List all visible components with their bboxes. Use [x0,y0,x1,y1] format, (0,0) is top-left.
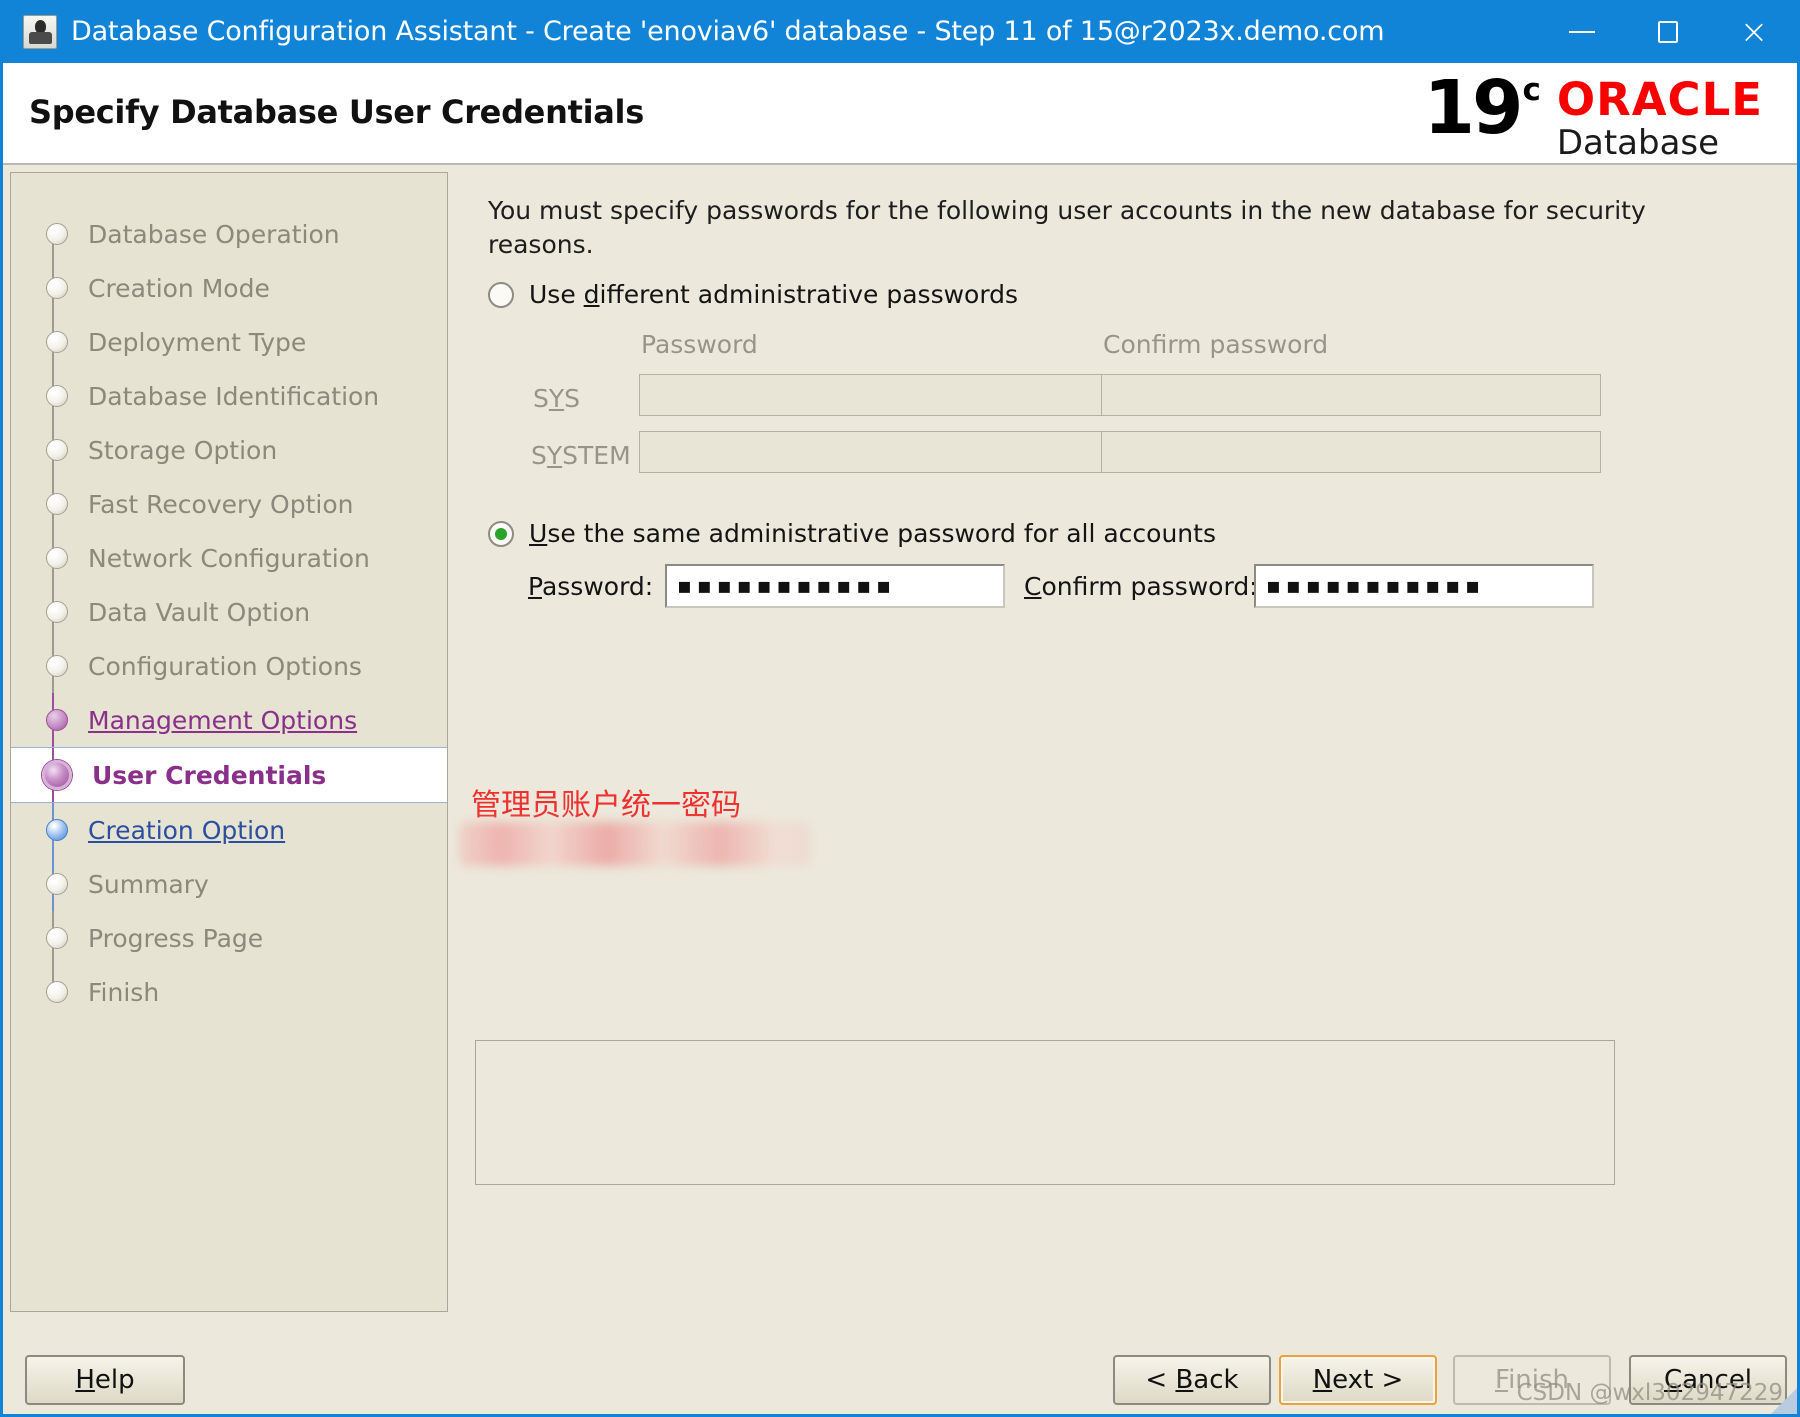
system-password-input [639,431,1139,473]
sidebar-item-configuration-options: Configuration Options [11,639,447,693]
title-bar: Database Configuration Assistant - Creat… [3,0,1797,63]
step-status-icon [46,547,68,569]
sidebar-item-user-credentials[interactable]: User Credentials [11,747,447,803]
oracle-brand-logo: 19 c ORACLE Database [1423,71,1763,162]
sidebar-item-fast-recovery-option: Fast Recovery Option [11,477,447,531]
annotation-text: 管理员账户统一密码 [471,788,741,823]
dbca-window: Database Configuration Assistant - Creat… [0,0,1800,1417]
step-status-icon [46,439,68,461]
wizard-steps-list: Database Operation Creation Mode Deploymen… [11,207,447,1019]
shared-password-input[interactable]: ▪▪▪▪▪▪▪▪▪▪▪ [665,564,1005,608]
maximize-button[interactable] [1625,0,1711,63]
sys-password-input [639,374,1139,416]
label-sys: SYS [533,384,581,413]
java-app-icon [23,14,57,49]
brand-version: 19 [1423,65,1523,151]
sidebar-item-storage-option: Storage Option [11,423,447,477]
sidebar-item-label: Fast Recovery Option [88,489,354,519]
resize-grip-icon[interactable] [1771,1388,1797,1414]
system-confirm-password-input [1101,431,1601,473]
radio-use-same-password[interactable]: Use the same administrative password for… [488,519,1216,548]
radio-use-different-passwords[interactable]: Use different administrative passwords [488,280,1018,309]
maximize-icon [1658,20,1678,43]
shared-confirm-password-input[interactable]: ▪▪▪▪▪▪▪▪▪▪▪ [1254,564,1594,608]
step-status-icon [46,655,68,677]
step-status-icon [46,873,68,895]
close-button[interactable]: × [1711,0,1797,63]
step-status-icon [46,331,68,353]
sidebar-item-label: Database Operation [88,219,340,249]
main-content-panel: You must specify passwords for the follo… [473,172,1779,1312]
message-area [475,1040,1615,1185]
step-status-icon [46,385,68,407]
help-button[interactable]: Help [25,1355,185,1405]
wizard-steps-sidebar: Database Operation Creation Mode Deploymen… [10,172,448,1312]
step-status-icon [46,601,68,623]
step-status-icon [42,760,72,790]
sidebar-item-creation-mode: Creation Mode [11,261,447,315]
window-title: Database Configuration Assistant - Creat… [71,16,1385,47]
step-status-icon [46,819,68,841]
sidebar-item-label: Creation Option [88,815,286,845]
step-status-icon [46,493,68,515]
brand-release: c [1522,72,1541,108]
step-status-icon [46,223,68,245]
sidebar-item-label: Creation Mode [88,273,270,303]
step-status-icon [46,277,68,299]
sidebar-item-label: Finish [88,977,160,1007]
column-header-password: Password [641,330,758,359]
sidebar-item-summary: Summary [11,857,447,911]
sidebar-item-progress-page: Progress Page [11,911,447,965]
sidebar-item-database-operation: Database Operation [11,207,447,261]
brand-product: Database [1556,123,1720,163]
radio-same-label: Use the same administrative password for… [529,519,1216,548]
label-shared-password: Password: [528,572,654,601]
page-title: Specify Database User Credentials [29,93,644,131]
sidebar-item-label: Management Options [88,705,358,735]
close-icon: × [1739,11,1769,52]
label-shared-confirm-password: Confirm password: [1024,572,1258,601]
sidebar-item-label: Progress Page [88,923,264,953]
sidebar-item-management-options[interactable]: Management Options [11,693,447,747]
redacted-region [459,822,811,866]
csdn-watermark: CSDN @wxl302947229 [1516,1380,1783,1406]
brand-name: ORACLE [1556,73,1763,126]
sidebar-item-finish: Finish [11,965,447,1019]
sidebar-item-data-vault-option: Data Vault Option [11,585,447,639]
next-button[interactable]: Next > [1279,1355,1437,1405]
sidebar-item-deployment-type: Deployment Type [11,315,447,369]
brand-text-block: ORACLE Database [1557,71,1763,162]
sys-confirm-password-input [1101,374,1601,416]
intro-text: You must specify passwords for the follo… [488,196,1646,259]
sidebar-item-database-identification: Database Identification [11,369,447,423]
sidebar-item-label: Configuration Options [88,651,362,681]
page-header: Specify Database User Credentials 19 c O… [3,63,1797,165]
sidebar-item-label: Database Identification [88,381,380,411]
step-status-icon [46,709,68,731]
step-status-icon [46,927,68,949]
sidebar-item-label: Network Configuration [88,543,370,573]
sidebar-item-label: Summary [88,869,209,899]
step-status-icon [46,981,68,1003]
sidebar-item-creation-option[interactable]: Creation Option [11,803,447,857]
sidebar-item-label: Storage Option [88,435,278,465]
help-button-label: Help [75,1365,135,1395]
back-button[interactable]: < Back [1113,1355,1271,1405]
radio-same-indicator[interactable] [488,520,514,547]
sidebar-item-label: Data Vault Option [88,597,311,627]
minimize-button[interactable] [1539,0,1625,63]
next-button-label: Next > [1312,1365,1404,1395]
minimize-icon [1569,30,1595,33]
sidebar-item-network-configuration: Network Configuration [11,531,447,585]
sidebar-item-label: User Credentials [92,760,327,790]
column-header-confirm-password: Confirm password [1103,330,1329,359]
radio-different-indicator[interactable] [488,281,514,308]
label-system: SYSTEM [531,441,631,470]
radio-different-label: Use different administrative passwords [529,280,1019,309]
sidebar-item-label: Deployment Type [88,327,307,357]
back-button-label: < Back [1145,1365,1239,1395]
